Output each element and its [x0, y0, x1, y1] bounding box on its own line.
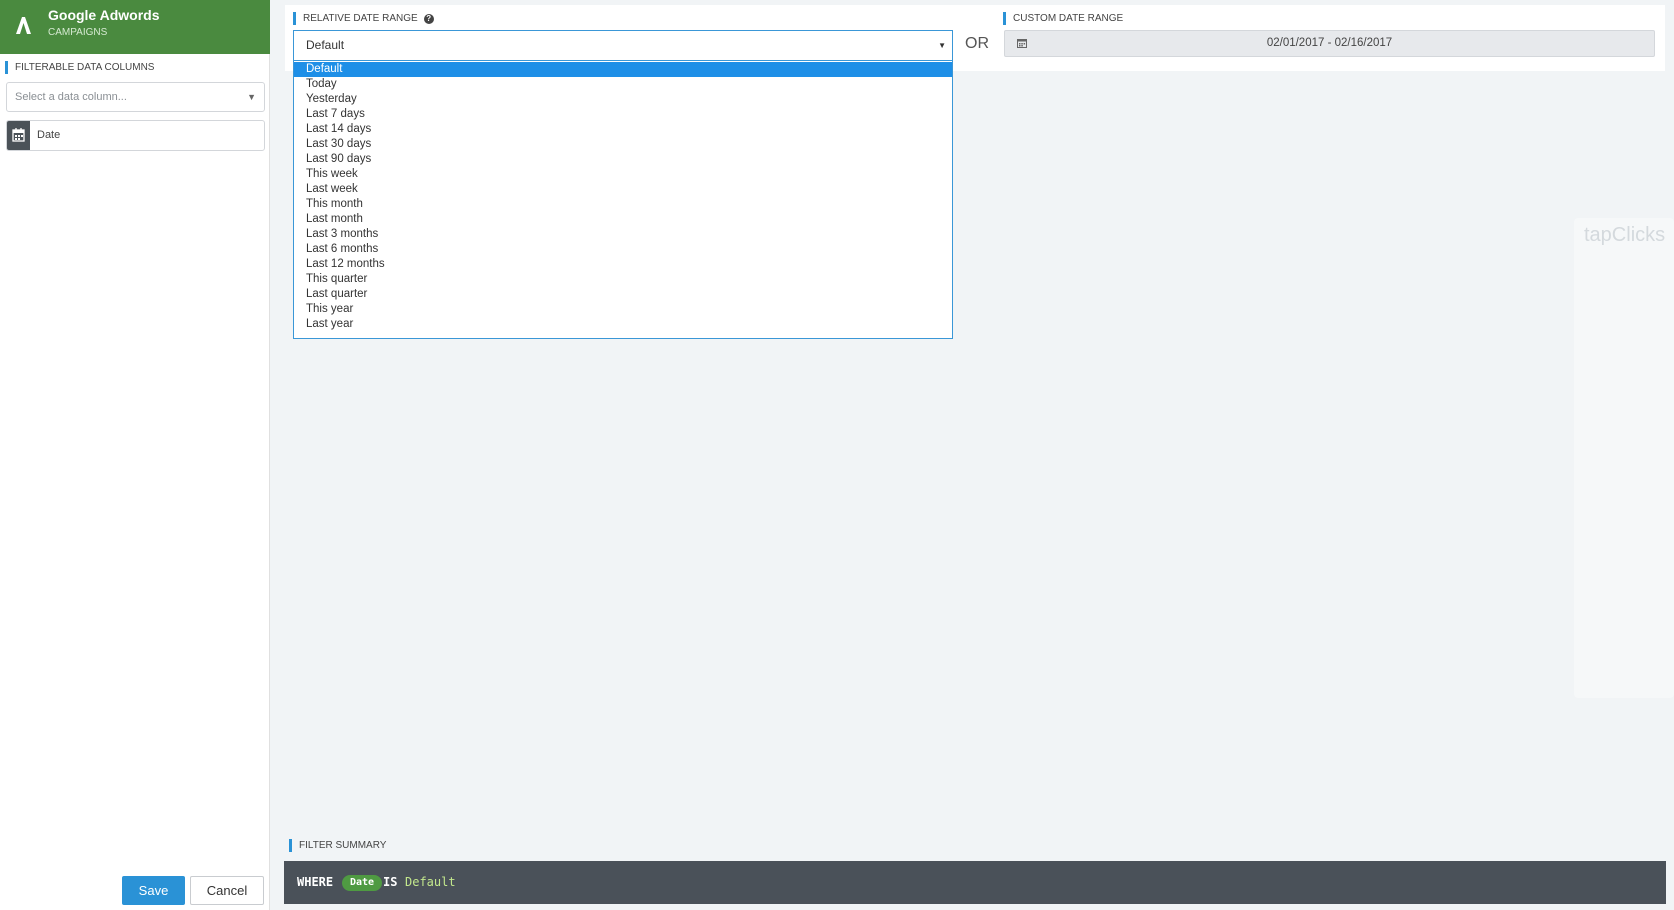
dropdown-option[interactable]: Yesterday	[294, 92, 952, 107]
dropdown-option[interactable]: Last 12 months	[294, 257, 952, 272]
datasource-header: Google Adwords CAMPAIGNS	[0, 0, 270, 54]
filter-summary-bar: WHERE Date IS Default	[284, 861, 1666, 904]
filter-summary-label: FILTER SUMMARY	[289, 839, 386, 852]
cancel-button[interactable]: Cancel	[190, 876, 264, 905]
relative-date-range-label: RELATIVE DATE RANGE?	[293, 12, 434, 25]
datasource-title: Google Adwords	[48, 7, 160, 23]
dropdown-option[interactable]: Last 30 days	[294, 137, 952, 152]
dropdown-option[interactable]: This month	[294, 197, 952, 212]
dropdown-option[interactable]: Last year	[294, 317, 952, 332]
dropdown-option[interactable]: Last 3 months	[294, 227, 952, 242]
calendar-icon	[7, 121, 30, 150]
sidebar: Google Adwords CAMPAIGNS FILTERABLE DATA…	[0, 0, 270, 910]
relative-date-range-text: RELATIVE DATE RANGE	[303, 13, 418, 24]
calendar-icon	[1017, 39, 1027, 48]
watermark-logo: tapClicks	[1584, 224, 1666, 246]
relative-date-range-select[interactable]: Default ▼	[293, 30, 953, 61]
background-watermark	[1574, 218, 1674, 698]
custom-date-range-input[interactable]: 02/01/2017 - 02/16/2017	[1004, 30, 1655, 57]
help-icon[interactable]: ?	[423, 14, 434, 24]
filterable-columns-label: FILTERABLE DATA COLUMNS	[5, 61, 154, 74]
date-filter-chip[interactable]: Date	[6, 120, 265, 151]
dropdown-option[interactable]: Last 7 days	[294, 107, 952, 122]
chevron-down-icon: ▼	[938, 41, 946, 50]
relative-date-range-dropdown: Default Today Yesterday Last 7 days Last 14 …	[293, 61, 953, 339]
dropdown-option[interactable]: This week	[294, 167, 952, 182]
data-column-placeholder: Select a data column...	[15, 91, 127, 103]
dropdown-option[interactable]: Last week	[294, 182, 952, 197]
custom-date-range-label: CUSTOM DATE RANGE	[1003, 12, 1123, 25]
summary-column-pill: Date	[342, 875, 383, 891]
dropdown-option[interactable]: This quarter	[294, 272, 952, 287]
summary-value: Default	[405, 875, 456, 889]
summary-where-keyword: WHERE	[297, 875, 334, 889]
or-separator: OR	[965, 35, 989, 52]
custom-date-range-value: 02/01/2017 - 02/16/2017	[1266, 37, 1393, 49]
dropdown-option[interactable]: This year	[294, 302, 952, 317]
chevron-down-icon: ▼	[247, 92, 256, 102]
data-column-select[interactable]: Select a data column... ▼	[6, 82, 265, 112]
dropdown-option[interactable]: Last 6 months	[294, 242, 952, 257]
datasource-subtitle: CAMPAIGNS	[48, 27, 108, 38]
relative-date-range-value: Default	[306, 38, 345, 52]
date-chip-label: Date	[37, 129, 61, 141]
dropdown-option[interactable]: Last month	[294, 212, 952, 227]
summary-is-keyword: IS	[383, 875, 398, 889]
dropdown-option[interactable]: Last 90 days	[294, 152, 952, 167]
dropdown-option[interactable]: Last quarter	[294, 287, 952, 302]
dropdown-option[interactable]: Last 14 days	[294, 122, 952, 137]
dropdown-option[interactable]: Today	[294, 77, 952, 92]
adwords-logo-icon	[16, 17, 31, 34]
dropdown-option[interactable]: Default	[294, 62, 952, 77]
save-button[interactable]: Save	[122, 876, 185, 905]
